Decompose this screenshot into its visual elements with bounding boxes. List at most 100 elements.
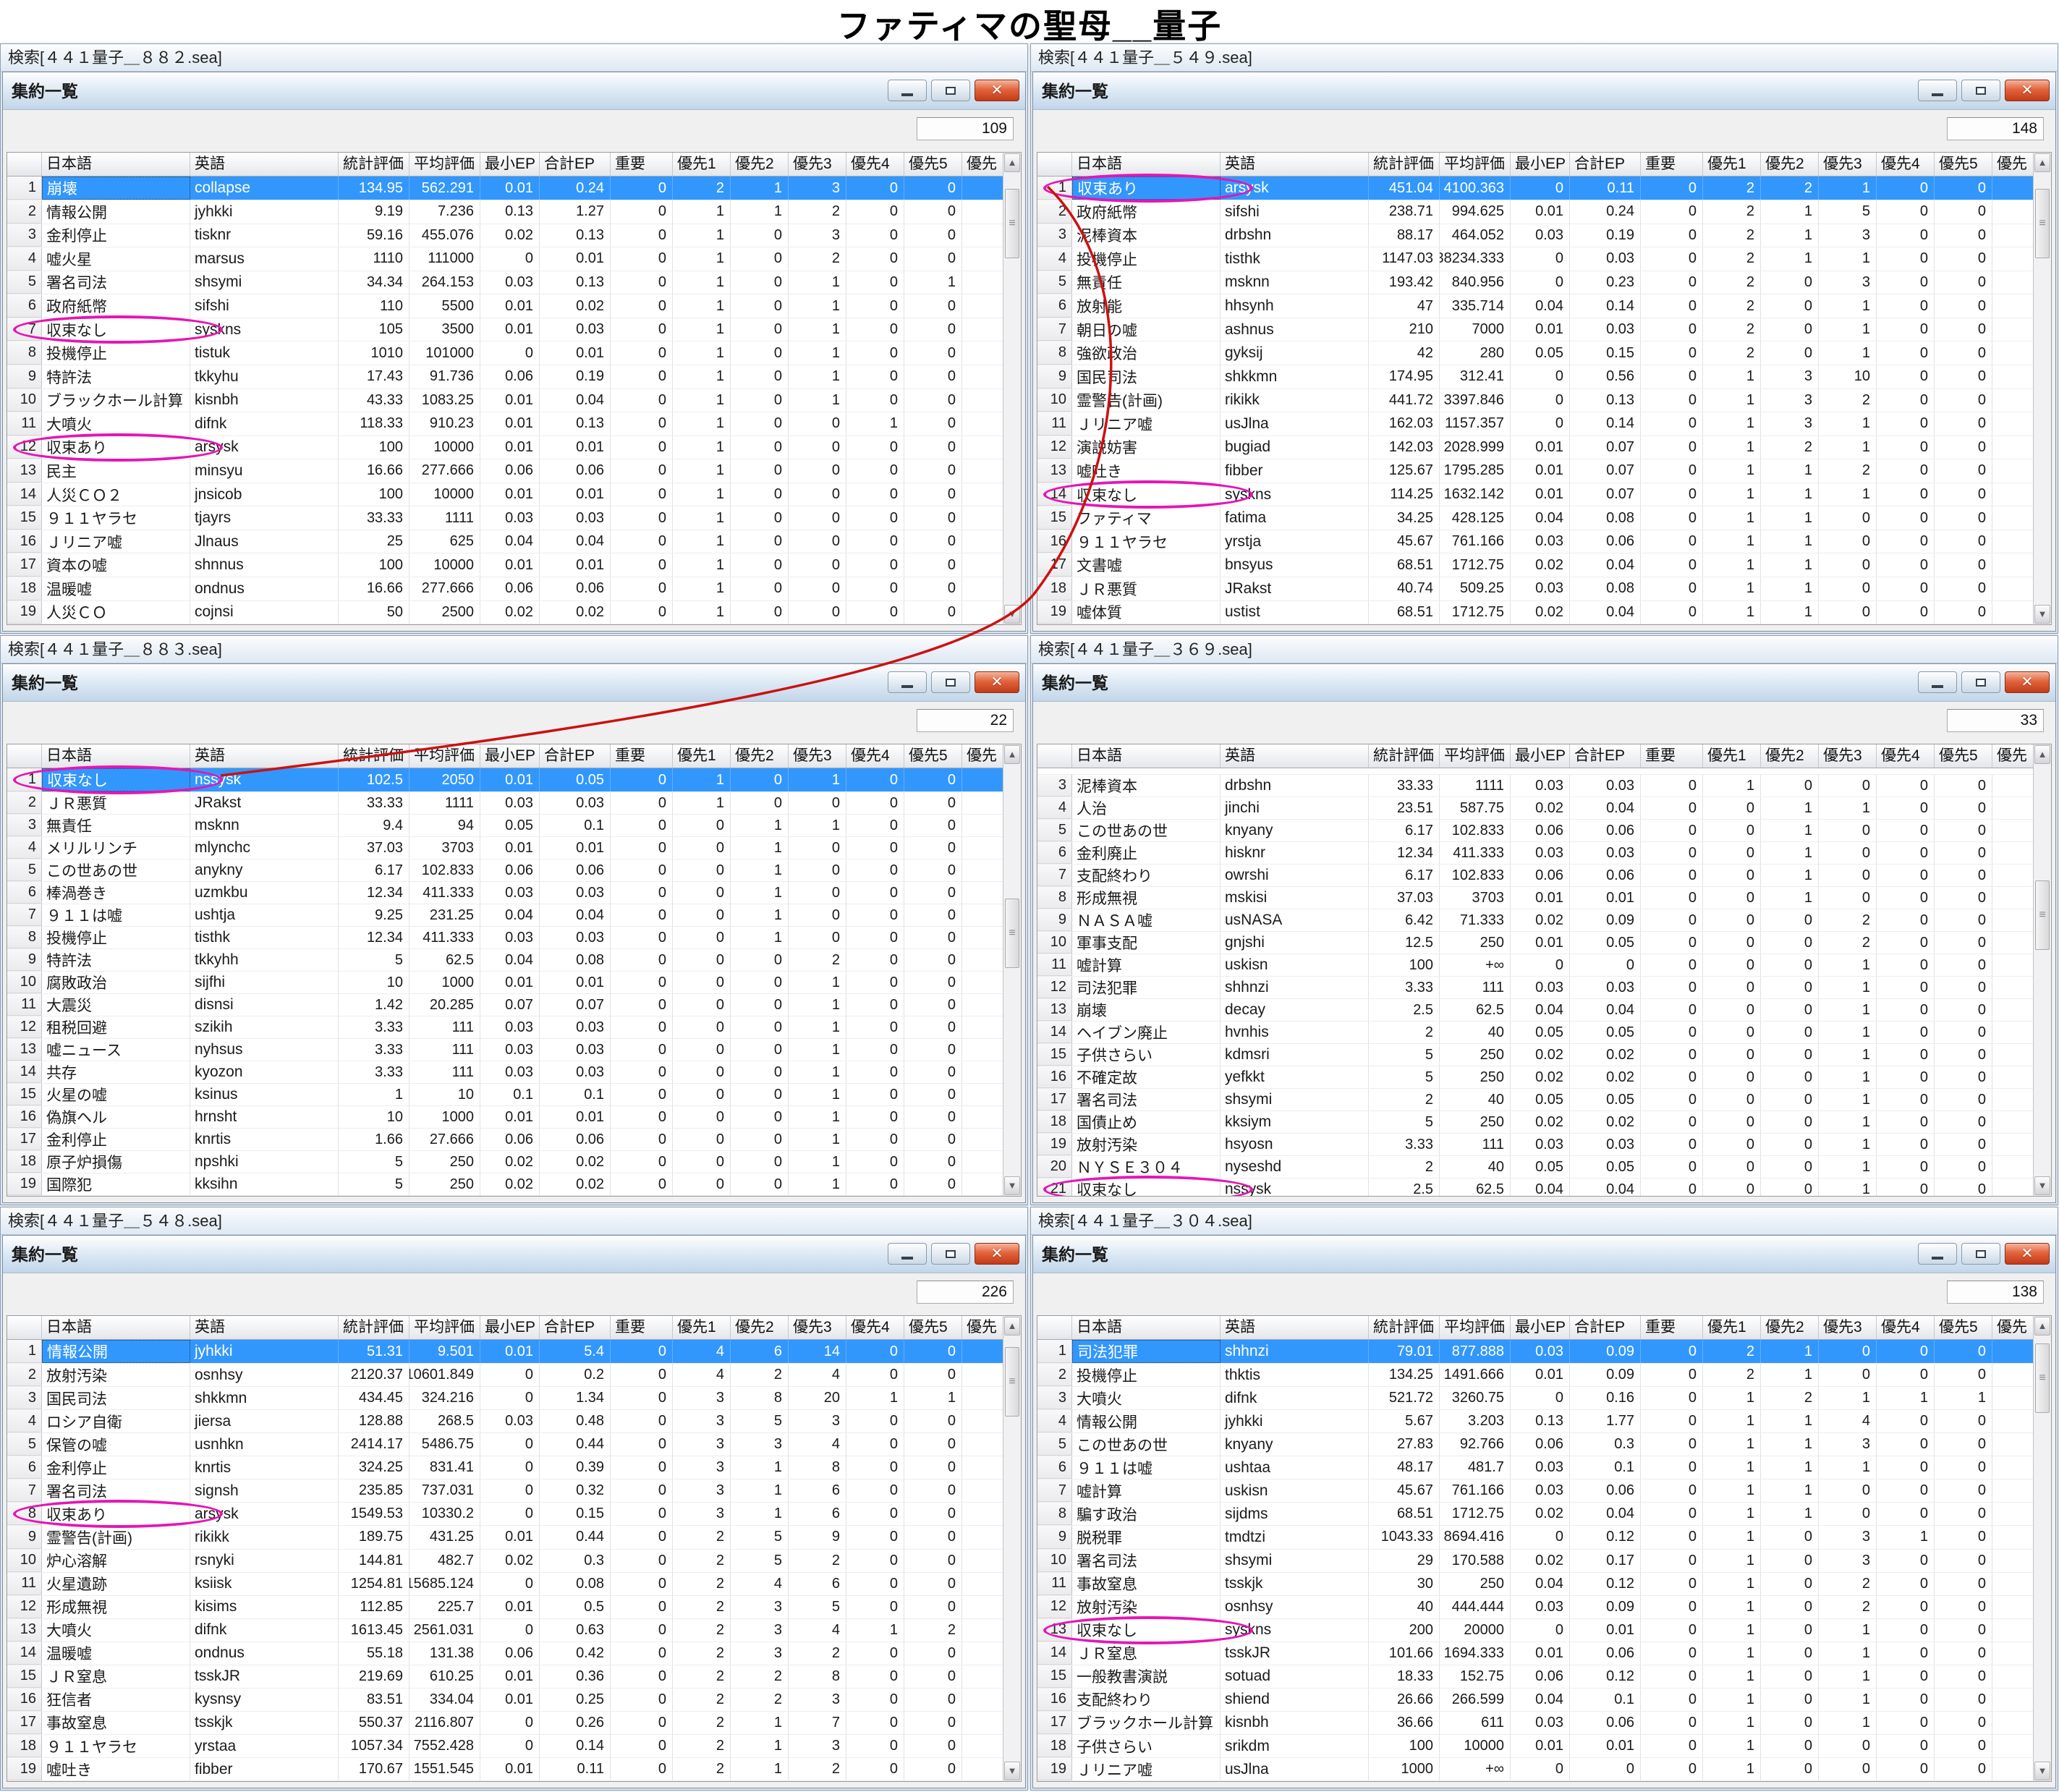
table-row[interactable]: 17ブラックホール計算kisnbh36.666110.030.06010100 xyxy=(1037,1712,2051,1735)
scroll-down-button[interactable]: ▼ xyxy=(1004,1762,1020,1780)
header-cell[interactable]: 優先5 xyxy=(904,153,962,176)
header-cell[interactable]: 日本語 xyxy=(42,744,190,768)
table-row[interactable]: 8形成無視mskisi37.0337030.010.01001000 xyxy=(1037,887,2051,909)
vertical-scrollbar[interactable]: ▲≡▼ xyxy=(2033,1315,2052,1782)
table-row[interactable]: 10軍事支配gnjshi12.52500.010.05000200 xyxy=(1037,932,2051,954)
header-cell[interactable]: 優先2 xyxy=(731,1316,789,1339)
scroll-up-button[interactable]: ▲ xyxy=(1004,1317,1020,1335)
header-cell[interactable]: 優先4 xyxy=(846,744,904,768)
header-cell[interactable]: 英語 xyxy=(190,1316,339,1339)
minimize-button[interactable] xyxy=(1918,1243,1957,1265)
restore-button[interactable] xyxy=(931,80,970,101)
header-cell[interactable]: 日本語 xyxy=(1072,1316,1220,1339)
header-cell[interactable]: 英語 xyxy=(190,744,339,768)
restore-button[interactable] xyxy=(1961,671,2000,693)
header-cell[interactable]: 合計EP xyxy=(1570,1316,1641,1339)
table-row[interactable]: 1崩壊collapse134.95562.2910.010.24021300 xyxy=(7,177,1021,200)
header-cell[interactable]: 合計EP xyxy=(1570,153,1641,176)
search-window-titlebar[interactable]: 検索[４４１量子＿８８２.sea] xyxy=(1,44,1027,72)
result-count-field[interactable]: 138 xyxy=(1947,1281,2044,1304)
table-row[interactable]: 12司法犯罪shhnzi3.331110.030.03000100 xyxy=(1037,977,2051,999)
header-cell[interactable]: 平均評価 xyxy=(1440,744,1511,768)
table-row[interactable]: 1収束ありarsysk451.044100.36300.11022100 xyxy=(1037,177,2051,200)
table-row[interactable]: 15ファティマfatima34.25428.1250.040.08011000 xyxy=(1037,506,2051,530)
vertical-scrollbar[interactable]: ▲≡▼ xyxy=(1003,744,1022,1197)
table-row[interactable]: 9霊警告(計画)rikikk189.75431.250.010.44025900 xyxy=(7,1526,1021,1549)
table-row[interactable]: 10腐敗政治sijfhi1010000.010.01000100 xyxy=(7,972,1021,994)
header-cell[interactable]: 統計評価 xyxy=(339,153,409,176)
header-cell[interactable]: 優先5 xyxy=(904,744,962,768)
table-row[interactable]: 6金利停止knrtis324.25831.4100.39031800 xyxy=(7,1456,1021,1479)
result-count-field[interactable]: 22 xyxy=(917,709,1014,732)
table-row[interactable]: 7署名司法signsh235.85737.03100.32031600 xyxy=(7,1479,1021,1503)
table-row[interactable]: 18国債止めkksiym52500.020.02000100 xyxy=(1037,1111,2051,1134)
table-row[interactable]: 2放射汚染osnhsy2120.3710601.84900.2042400 xyxy=(7,1364,1021,1387)
header-cell[interactable]: 優先2 xyxy=(731,744,789,768)
minimize-button[interactable] xyxy=(1918,671,1957,693)
table-row[interactable]: 4情報公開jyhkki5.673.2030.131.77011400 xyxy=(1037,1410,2051,1433)
table-row[interactable]: 5この世あの世anykny6.17102.8330.060.06001000 xyxy=(7,859,1021,882)
table-row[interactable]: 8投機停止tistuk101010100000.01010100 xyxy=(7,341,1021,365)
header-cell[interactable]: 最小EP xyxy=(1511,153,1570,176)
table-row[interactable]: 5署名司法shsymi34.34264.1530.030.13010101 xyxy=(7,271,1021,295)
table-row[interactable]: 9国民司法shkkmn174.95312.4100.560131000 xyxy=(1037,365,2051,389)
table-row[interactable]: 13嘘ニュースnyhsus3.331110.030.03000100 xyxy=(7,1039,1021,1061)
table-row[interactable]: 5この世あの世knyany6.17102.8330.060.06001000 xyxy=(1037,820,2051,842)
scroll-thumb[interactable]: ≡ xyxy=(2035,880,2050,950)
scroll-up-button[interactable]: ▲ xyxy=(1004,153,1020,172)
table-row[interactable]: 8強欲政治gyksij422800.050.15020100 xyxy=(1037,341,2051,365)
table-row[interactable]: 10炉心溶解rsnyki144.81482.70.020.3025200 xyxy=(7,1550,1021,1573)
header-cell[interactable]: 優先1 xyxy=(1703,1316,1761,1339)
header-cell[interactable]: 優先2 xyxy=(1761,744,1819,768)
header-cell[interactable]: 平均評価 xyxy=(409,744,480,768)
table-row[interactable]: 5保管の嘘usnhkn2414.175486.7500.44033400 xyxy=(7,1433,1021,1456)
header-cell[interactable]: 重要 xyxy=(1641,1316,1703,1339)
header-cell[interactable]: 優先2 xyxy=(1761,1316,1819,1339)
table-row[interactable]: 14ヘイブン廃止hvnhis2400.050.05000100 xyxy=(1037,1022,2051,1044)
header-cell[interactable]: 優先3 xyxy=(789,153,846,176)
table-row[interactable]: 11嘘計算uskisn100+∞00000100 xyxy=(1037,954,2051,977)
header-cell[interactable]: 優先3 xyxy=(1819,744,1877,768)
table-row[interactable]: 16偽旗ヘルhrnsht1010000.010.01000100 xyxy=(7,1106,1021,1129)
table-row[interactable]: 2投機停止thktis134.251491.6660.010.09021000 xyxy=(1037,1364,2051,1387)
scroll-thumb[interactable]: ≡ xyxy=(2035,1343,2050,1413)
table-row[interactable]: 4メリルリンチmlynchc37.0337030.010.01001000 xyxy=(7,837,1021,859)
table-row[interactable]: 15ＪＲ窒息tsskJR219.69610.250.010.36022800 xyxy=(7,1665,1021,1689)
table-row[interactable]: 4ロシア自衛jiersa128.88268.50.030.48035300 xyxy=(7,1410,1021,1433)
scroll-thumb[interactable]: ≡ xyxy=(1005,189,1019,258)
header-cell[interactable]: 優先4 xyxy=(1877,153,1935,176)
table-row[interactable]: 18ＪＲ悪質JRakst40.74509.250.030.08011000 xyxy=(1037,577,2051,601)
header-cell[interactable]: 日本語 xyxy=(42,1316,190,1339)
table-row[interactable]: 19国際犯kksihn52500.020.02000100 xyxy=(7,1173,1021,1196)
header-cell[interactable]: 統計評価 xyxy=(339,744,409,768)
header-cell-rownum[interactable] xyxy=(7,153,42,176)
table-row[interactable]: 16９１１ヤラセyrstja45.67761.1660.030.06011000 xyxy=(1037,530,2051,554)
header-cell[interactable]: 平均評価 xyxy=(409,153,480,176)
table-row[interactable]: 18温暖嘘ondnus16.66277.6660.060.06010000 xyxy=(7,577,1021,601)
header-cell[interactable]: 日本語 xyxy=(1072,153,1220,176)
aggregation-titlebar[interactable]: 集約一覧✕ xyxy=(1033,1236,2055,1273)
table-row[interactable]: 12収束ありarsysk100100000.010.01010000 xyxy=(7,436,1021,460)
header-cell[interactable]: 英語 xyxy=(1220,744,1369,768)
table-row[interactable]: 13収束なしsyskns2002000000.01010100 xyxy=(1037,1619,2051,1642)
table-row[interactable]: 15９１１ヤラセtjayrs33.3311110.030.03010000 xyxy=(7,506,1021,530)
table-row[interactable]: 19嘘吐きfibber170.671551.5450.010.11021200 xyxy=(7,1758,1021,1781)
restore-button[interactable] xyxy=(1961,1243,2000,1265)
header-cell-rownum[interactable] xyxy=(1037,1316,1072,1339)
table-row[interactable]: 11Ｊリニア嘘usJlna162.031157.35700.14013100 xyxy=(1037,412,2051,436)
result-count-field[interactable]: 148 xyxy=(1947,117,2044,140)
table-row[interactable]: 3金利停止tisknr59.16455.0760.020.13010300 xyxy=(7,224,1021,248)
header-cell[interactable]: 平均評価 xyxy=(1440,153,1511,176)
table-row[interactable]: 19Ｊリニア嘘usJlna1000+∞00010000 xyxy=(1037,1758,2051,1781)
table-row[interactable]: 6政府紙幣sifshi11055000.010.02010100 xyxy=(7,294,1021,318)
table-row[interactable]: 9特許法tkkyhh562.50.040.08000200 xyxy=(7,949,1021,972)
header-cell[interactable]: 日本語 xyxy=(42,153,190,176)
header-cell[interactable]: 重要 xyxy=(1641,153,1703,176)
table-row[interactable]: 14ＪＲ窒息tsskJR101.661694.3330.010.06010100 xyxy=(1037,1642,2051,1665)
header-cell[interactable]: 優先3 xyxy=(1819,153,1877,176)
table-row[interactable]: 6棒渦巻きuzmkbu12.34411.3330.030.03001000 xyxy=(7,882,1021,904)
table-row[interactable]: 20ＮＹＳＥ３０４nyseshd2400.050.05000100 xyxy=(1037,1156,2051,1179)
table-row[interactable]: 6放射能hhsynh47335.7140.040.14020100 xyxy=(1037,294,2051,318)
table-row[interactable]: 3泥棒資本drbshn33.3311110.030.03010000 xyxy=(1037,775,2051,797)
table-row[interactable]: 12演説妨害bugiad142.032028.9990.010.07012100 xyxy=(1037,436,2051,460)
